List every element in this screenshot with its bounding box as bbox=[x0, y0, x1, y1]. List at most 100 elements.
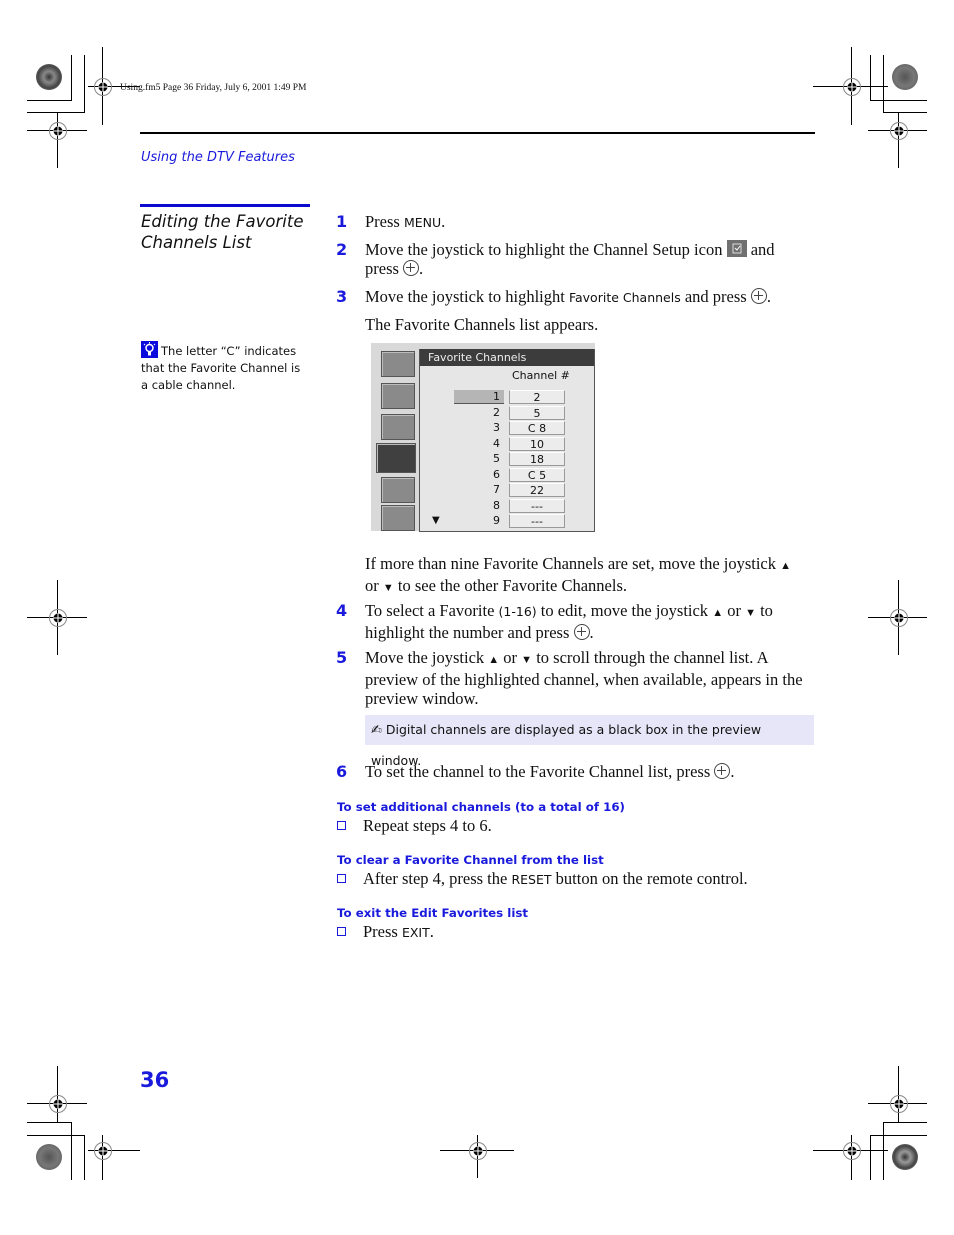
channel-setup-icon bbox=[376, 443, 416, 473]
joystick-select-icon bbox=[573, 624, 590, 640]
bullet-item: After step 4, press the RESET button on … bbox=[337, 869, 748, 889]
down-arrow-icon: ▼ bbox=[745, 607, 756, 619]
favorite-index: 5 bbox=[493, 452, 500, 465]
tip-text: The letter “C” indicates that the Favori… bbox=[141, 344, 301, 392]
channel-value: --- bbox=[509, 498, 565, 513]
checkbox-bullet-icon bbox=[337, 874, 346, 883]
sidebar-title-line: Editing the Favorite bbox=[141, 212, 304, 231]
registration-target-icon bbox=[842, 1141, 862, 1161]
registration-target-icon bbox=[48, 121, 68, 141]
tip-note: The letter “C” indicates that the Favori… bbox=[141, 341, 301, 394]
registration-target-icon bbox=[93, 77, 113, 97]
channel-value: 2 bbox=[509, 390, 565, 404]
registration-target-icon bbox=[468, 1141, 488, 1161]
channel-value: C 5 bbox=[509, 467, 565, 482]
registration-target-icon bbox=[889, 1094, 909, 1114]
key-label: RESET bbox=[511, 872, 552, 887]
down-arrow-icon: ▼ bbox=[521, 654, 533, 666]
step-number: 6 bbox=[336, 762, 348, 781]
up-arrow-icon: ▲ bbox=[488, 654, 500, 666]
step-number: 2 bbox=[336, 240, 348, 259]
header-rule bbox=[140, 132, 815, 134]
channel-row: 25 bbox=[420, 405, 594, 421]
sidebar-rule bbox=[140, 204, 310, 207]
joystick-select-icon bbox=[750, 288, 767, 304]
channel-row: 7 22 bbox=[420, 483, 594, 498]
key-label: (1-16) bbox=[498, 604, 537, 619]
step-text: Move the joystick to highlight Favorite … bbox=[365, 287, 771, 306]
channel-value: 5 bbox=[509, 405, 565, 420]
channel-row: 5 18 bbox=[420, 452, 594, 467]
step-number: 1 bbox=[336, 212, 348, 231]
note-box: ✍ Digital channels are displayed as a bl… bbox=[365, 715, 814, 768]
favorite-index: 1 bbox=[454, 390, 504, 404]
channel-value: 10 bbox=[509, 436, 565, 451]
channel-row: 6 C 5 bbox=[420, 467, 594, 483]
registration-target-icon bbox=[889, 121, 909, 141]
settings-puzzle-icon bbox=[381, 414, 415, 440]
parental-icon bbox=[381, 477, 415, 503]
registration-target-icon bbox=[48, 1094, 68, 1114]
lightbulb-tip-icon bbox=[141, 341, 158, 358]
color-bar-icon bbox=[36, 64, 62, 90]
checkbox-bullet-icon bbox=[337, 927, 346, 936]
channel-row: 12 bbox=[420, 390, 594, 405]
subsection-heading: To clear a Favorite Channel from the lis… bbox=[337, 853, 604, 867]
step-text: Move the joystick to highlight the Chann… bbox=[365, 240, 775, 278]
color-bar-icon bbox=[36, 1144, 62, 1170]
sidebar-title-line: Channels List bbox=[141, 233, 252, 252]
channel-value: 22 bbox=[509, 483, 565, 497]
up-arrow-icon: ▲ bbox=[780, 560, 792, 572]
registration-target-icon bbox=[93, 1141, 113, 1161]
subsection-heading: To set additional channels (to a total o… bbox=[337, 800, 625, 814]
paragraph-text: If more than nine Favorite Channels are … bbox=[365, 554, 792, 595]
favorite-channels-panel: Favorite Channels Channel # 12253C 8 4 10 5… bbox=[419, 349, 595, 532]
video-icon bbox=[381, 351, 415, 377]
channel-value: --- bbox=[509, 514, 565, 528]
color-bar-icon bbox=[892, 64, 918, 90]
sidebar-title: Editing the Favorite Channels List bbox=[141, 211, 311, 253]
step-text: Move the joystick ▲ or ▼ to scroll throu… bbox=[365, 648, 803, 708]
channel-row: 9 --- bbox=[420, 514, 594, 529]
preview-icon bbox=[381, 505, 415, 531]
color-bar-icon bbox=[892, 1144, 918, 1170]
pencil-note-icon: ✍ bbox=[371, 723, 382, 738]
audio-icon bbox=[381, 383, 415, 409]
favorite-index: 6 bbox=[493, 467, 500, 481]
favorite-index: 3 bbox=[493, 421, 500, 434]
joystick-select-icon bbox=[403, 260, 420, 276]
favorite-index: 4 bbox=[493, 436, 500, 450]
bullet-item: Press EXIT. bbox=[337, 922, 434, 942]
channel-value: C 8 bbox=[509, 421, 565, 435]
down-arrow-icon: ▼ bbox=[382, 582, 394, 594]
bullet-item: Repeat steps 4 to 6. bbox=[337, 816, 492, 836]
panel-title: Favorite Channels bbox=[420, 349, 594, 366]
subsection-heading: To exit the Edit Favorites list bbox=[337, 906, 529, 920]
step-result-text: The Favorite Channels list appears. bbox=[365, 315, 599, 334]
registration-target-icon bbox=[842, 77, 862, 97]
step-number: 3 bbox=[336, 287, 348, 306]
column-header: Channel # bbox=[512, 369, 570, 382]
step-text: Press MENU. bbox=[365, 212, 446, 231]
favorite-index: 7 bbox=[493, 483, 500, 496]
key-label: EXIT bbox=[401, 925, 430, 940]
up-arrow-icon: ▲ bbox=[712, 607, 724, 619]
channel-row: 4 10 bbox=[420, 436, 594, 452]
page-number: 36 bbox=[140, 1068, 170, 1092]
key-label: Favorite Channels bbox=[568, 290, 681, 305]
framemaker-header: Using.fm5 Page 36 Friday, July 6, 2001 1… bbox=[120, 83, 307, 93]
favorite-index: 8 bbox=[493, 498, 500, 512]
registration-target-icon bbox=[48, 608, 68, 628]
step-number: 4 bbox=[336, 601, 348, 620]
key-label: MENU bbox=[403, 215, 442, 230]
joystick-select-icon bbox=[714, 763, 731, 779]
step-text: To set the channel to the Favorite Chann… bbox=[365, 762, 735, 781]
section-header: Using the DTV Features bbox=[141, 150, 295, 165]
favorite-index: 2 bbox=[493, 405, 500, 419]
channel-value: 18 bbox=[509, 452, 565, 466]
channel-row: 8 --- bbox=[420, 498, 594, 514]
step-text: To select a Favorite (1-16) to edit, mov… bbox=[365, 601, 773, 642]
registration-target-icon bbox=[889, 608, 909, 628]
channel-setup-icon bbox=[726, 240, 747, 257]
channel-row: 3 C 8 bbox=[420, 421, 594, 436]
